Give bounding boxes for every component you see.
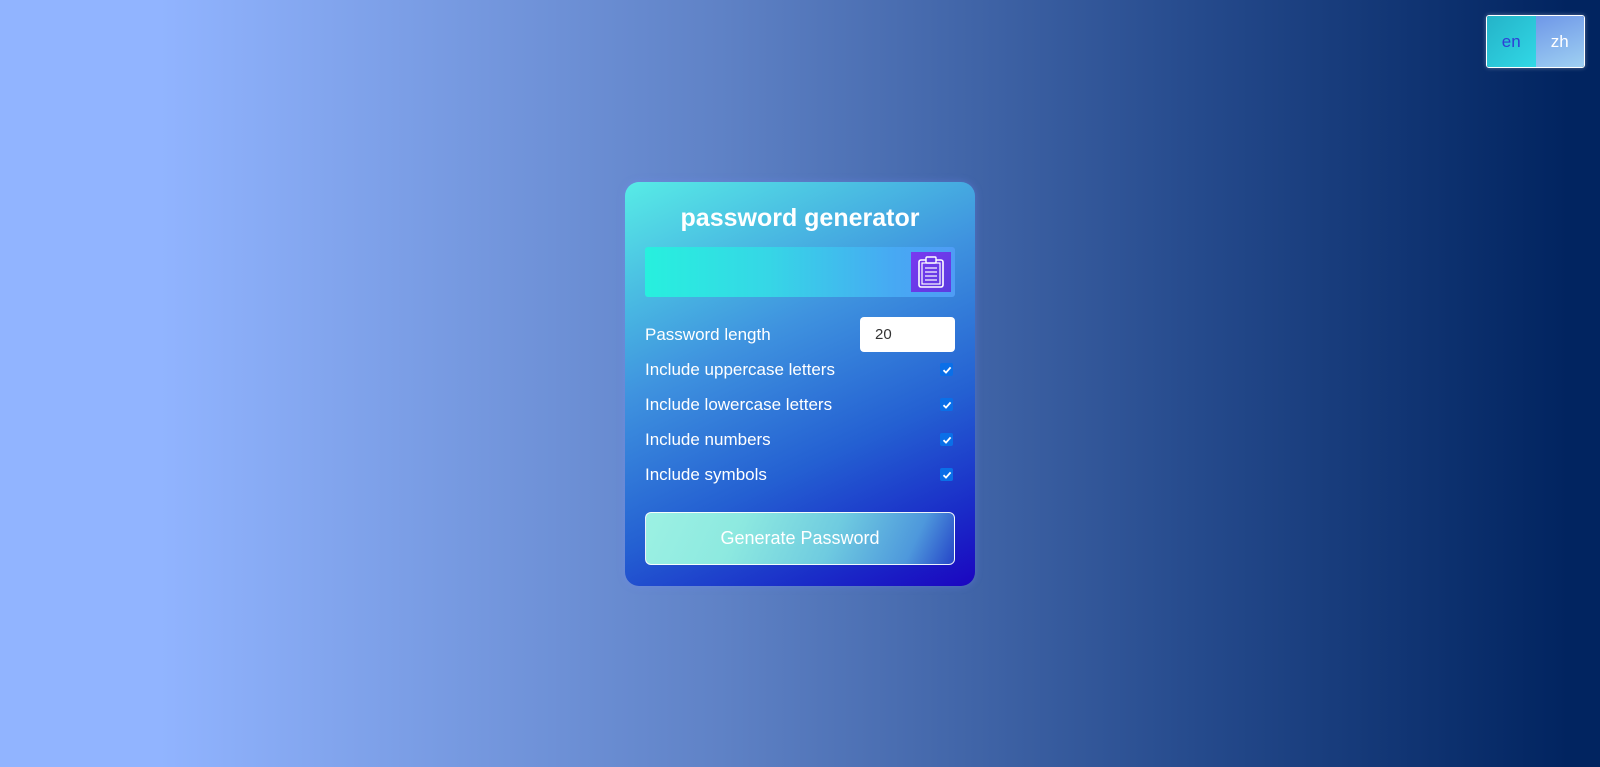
checkmark-icon [942, 401, 951, 409]
clipboard-icon [918, 256, 944, 288]
generate-password-button[interactable]: Generate Password [645, 512, 955, 565]
checkmark-icon [942, 366, 951, 374]
uppercase-checkbox[interactable] [940, 363, 953, 376]
password-output-box [645, 247, 955, 297]
card-title: password generator [680, 204, 920, 232]
copy-button[interactable] [911, 252, 951, 292]
uppercase-setting: Include uppercase letters [645, 352, 955, 387]
symbols-setting: Include symbols [645, 457, 955, 492]
lowercase-setting: Include lowercase letters [645, 387, 955, 422]
uppercase-label: Include uppercase letters [645, 359, 835, 379]
numbers-checkbox[interactable] [940, 433, 953, 446]
length-input[interactable] [860, 317, 955, 352]
checkmark-icon [942, 436, 951, 444]
symbols-checkbox[interactable] [940, 468, 953, 481]
lowercase-label: Include lowercase letters [645, 394, 833, 414]
lang-zh-button[interactable]: zh [1535, 16, 1584, 67]
language-switcher: en zh [1486, 15, 1585, 68]
length-setting: Password length [645, 317, 955, 352]
length-label: Password length [645, 324, 771, 344]
lang-en-button[interactable]: en [1487, 16, 1536, 67]
password-generator-card: password generator Password length Inclu… [625, 182, 975, 586]
lowercase-checkbox[interactable] [940, 398, 953, 411]
checkmark-icon [942, 471, 951, 479]
symbols-label: Include symbols [645, 464, 767, 484]
numbers-label: Include numbers [645, 429, 771, 449]
numbers-setting: Include numbers [645, 422, 955, 457]
